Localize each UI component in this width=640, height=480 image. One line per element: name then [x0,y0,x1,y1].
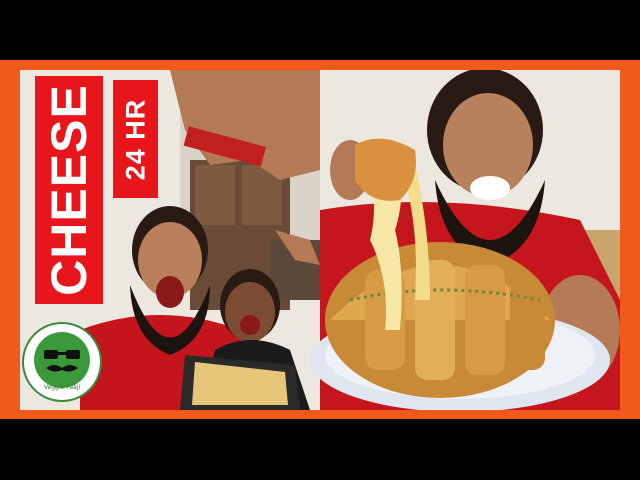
channel-logo: Veggie Paaji [24,324,100,400]
duration-text: 24 HR [120,98,150,180]
cheese-title-text: CHEESE [41,84,97,296]
thumbnail-photo [20,70,620,410]
logo-label: Veggie Paaji [43,384,81,391]
cheese-title-badge: CHEESE [35,76,103,304]
duration-badge: 24 HR [113,80,158,198]
